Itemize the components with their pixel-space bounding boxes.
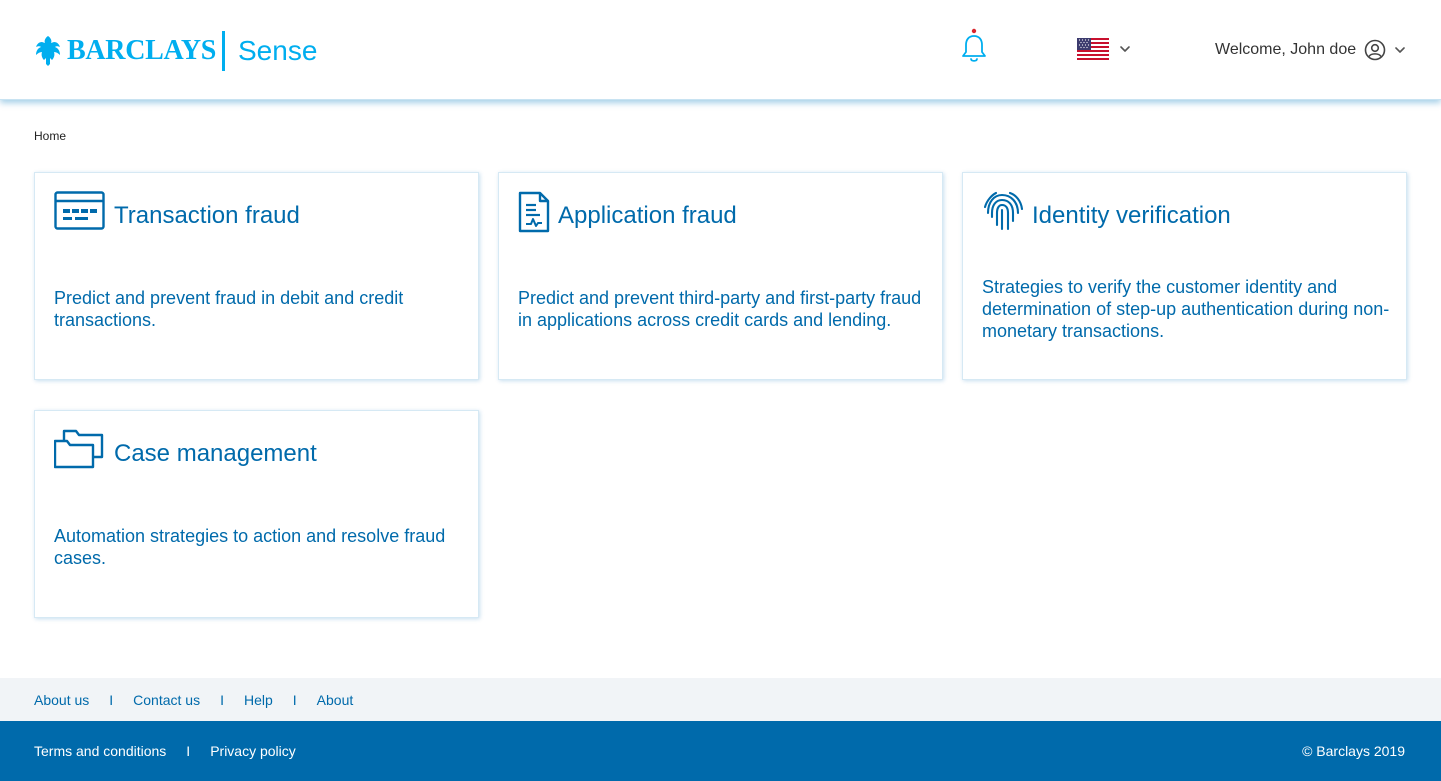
app-header: BARCLAYS Sense Welcome, John doe [0,0,1441,100]
welcome-text: Welcome, John doe [1215,41,1357,58]
footer-link-about-us[interactable]: About us [34,692,89,708]
card-title: Application fraud [558,202,737,229]
user-avatar-icon [1364,39,1386,61]
footer-link-terms[interactable]: Terms and conditions [34,743,166,759]
footer-separator: I [220,691,224,708]
chevron-down-icon [1120,46,1130,52]
footer-link-help[interactable]: Help [244,692,273,708]
footer-separator: I [186,743,191,759]
barclays-logo[interactable]: BARCLAYS [34,34,216,68]
card-description: Predict and prevent third-party and firs… [518,288,922,330]
user-menu[interactable]: Welcome, John doe [1215,38,1406,62]
card-title: Case management [114,440,317,467]
folders-icon [54,429,104,469]
product-name: Sense [238,35,318,66]
fingerprint-icon [983,191,1024,231]
card-transaction-fraud[interactable]: Transaction fraud Predict and prevent fr… [34,172,479,380]
card-description: Predict and prevent fraud in debit and c… [54,288,404,330]
notification-button[interactable] [960,28,988,66]
footer-link-about[interactable]: About [317,692,354,708]
breadcrumb-home[interactable]: Home [34,129,66,143]
language-selector[interactable] [1077,38,1131,60]
bell-icon [962,28,986,62]
footer-link-contact-us[interactable]: Contact us [133,692,200,708]
chevron-down-icon [1395,47,1405,53]
us-flag-icon [1077,38,1109,60]
copyright-text: © Barclays 2019 [1302,743,1405,759]
logo-wordmark: BARCLAYS [67,35,217,66]
breadcrumb: Home [34,129,66,143]
footer-link-privacy[interactable]: Privacy policy [210,743,296,759]
eagle-icon [36,36,60,66]
logo-divider [222,31,225,71]
card-description: Automation strategies to action and reso… [54,526,446,568]
footer-separator: I [109,691,114,708]
footer-links: About us I Contact us I Help I About [0,678,1441,721]
card-title: Identity verification [1032,202,1231,229]
card-application-fraud[interactable]: Application fraud Predict and prevent th… [498,172,943,380]
card-title: Transaction fraud [114,202,300,229]
card-identity-verification[interactable]: Identity verification Strategies to veri… [962,172,1407,380]
credit-card-icon [54,191,105,230]
footer-legal: Terms and conditions I Privacy policy © … [0,721,1441,781]
footer-separator: I [292,691,297,708]
card-case-management[interactable]: Case management Automation strategies to… [34,410,479,618]
card-description: Strategies to verify the customer identi… [982,277,1390,341]
